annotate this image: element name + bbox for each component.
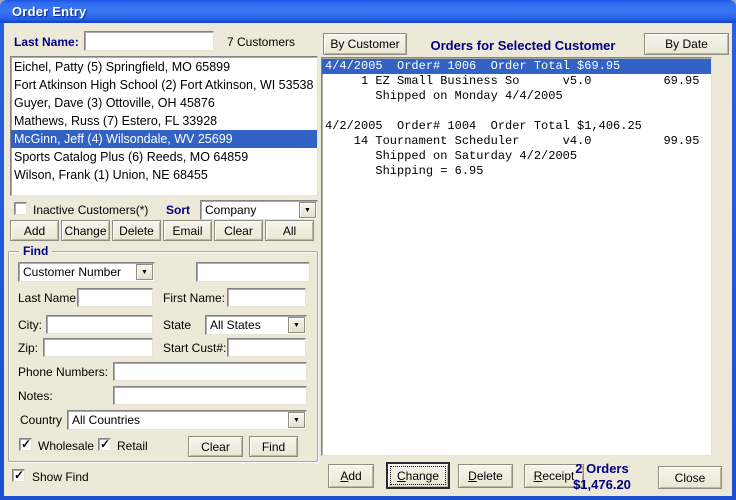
find-start-cust-input[interactable] <box>227 338 306 357</box>
customer-list: Eichel, Patty (5) Springfield, MO 65899 … <box>10 56 318 196</box>
customer-row[interactable]: Guyer, Dave (3) Ottoville, OH 45876 <box>11 94 317 112</box>
customer-row[interactable]: Eichel, Patty (5) Springfield, MO 65899 <box>11 58 317 76</box>
find-find-button[interactable]: Find <box>249 436 298 457</box>
customer-add-button[interactable]: Add <box>10 220 59 241</box>
orders-panel-title: Orders for Selected Customer <box>430 38 616 53</box>
orders-by-date-button[interactable]: By Date <box>644 33 729 55</box>
close-button[interactable]: Close <box>658 466 722 489</box>
customer-email-button[interactable]: Email <box>163 220 212 241</box>
chevron-down-icon[interactable] <box>136 264 153 280</box>
orders-by-customer-button[interactable]: By Customer <box>323 33 407 55</box>
customer-clear-button[interactable]: Clear <box>214 220 263 241</box>
find-country-combobox[interactable]: All Countries <box>67 410 307 430</box>
wholesale-label: Wholesale <box>38 439 95 453</box>
show-find-label: Show Find <box>32 470 89 484</box>
find-state-value: All States <box>210 318 261 332</box>
window-title: Order Entry <box>12 4 87 19</box>
order-line[interactable] <box>322 104 711 119</box>
sort-value: Company <box>205 203 257 217</box>
order-line[interactable]: Shipped on Saturday 4/2/2005 <box>322 149 711 164</box>
find-state-combobox[interactable]: All States <box>205 315 307 335</box>
find-phone-label: Phone Numbers: <box>18 365 109 379</box>
find-phone-input[interactable] <box>113 362 307 381</box>
find-search-type-combobox[interactable]: Customer Number <box>18 262 155 282</box>
customer-all-button[interactable]: All <box>265 220 314 241</box>
orders-count: 2 Orders <box>575 461 629 476</box>
customer-row[interactable]: Wilson, Frank (1) Union, NE 68455 <box>11 166 317 184</box>
find-last-name-label: Last Name: <box>18 291 80 305</box>
order-add-button[interactable]: Add <box>328 464 374 488</box>
order-line-selected[interactable]: 4/4/2005 Order# 1006 Order Total $69.95 <box>322 59 711 74</box>
sort-combobox[interactable]: Company <box>200 200 318 220</box>
customer-row[interactable]: Fort Atkinson High School (2) Fort Atkin… <box>11 76 317 94</box>
order-change-button[interactable]: Change <box>386 462 450 489</box>
find-zip-input[interactable] <box>43 338 153 357</box>
find-state-label: State <box>163 318 192 332</box>
order-line[interactable]: Shipping = 6.95 <box>322 164 711 179</box>
retail-checkbox[interactable] <box>98 437 111 451</box>
title-bar[interactable]: Order Entry <box>0 0 736 23</box>
customer-delete-button[interactable]: Delete <box>112 220 161 241</box>
customer-row[interactable]: Sports Catalog Plus (6) Reeds, MO 64859 <box>11 148 317 166</box>
find-country-label: Country <box>20 413 63 427</box>
last-name-search-label: Last Name: <box>14 35 79 49</box>
find-zip-label: Zip: <box>18 341 39 355</box>
find-search-type-value: Customer Number <box>23 265 122 279</box>
order-line[interactable]: 4/2/2005 Order# 1004 Order Total $1,406.… <box>322 119 711 134</box>
find-last-name-input[interactable] <box>77 288 153 307</box>
order-delete-button[interactable]: Delete <box>458 464 513 488</box>
orders-list: 4/4/2005 Order# 1006 Order Total $69.95 … <box>321 57 712 456</box>
find-city-input[interactable] <box>46 315 153 334</box>
orders-totals: 2 Orders $1,476.20 <box>552 461 652 493</box>
find-first-name-input[interactable] <box>227 288 306 307</box>
find-group-title: Find <box>19 244 53 258</box>
customer-count: 7 Customers <box>227 35 296 49</box>
find-notes-label: Notes: <box>18 389 53 403</box>
customer-row[interactable]: Mathews, Russ (7) Estero, FL 33928 <box>11 112 317 130</box>
chevron-down-icon[interactable] <box>299 202 316 218</box>
find-first-name-label: First Name: <box>163 291 226 305</box>
inactive-customers-checkbox[interactable] <box>14 202 27 215</box>
retail-label: Retail <box>117 439 148 453</box>
order-line[interactable]: 14 Tournament Scheduler v4.0 99.95 <box>322 134 711 149</box>
last-name-search-input[interactable] <box>84 31 214 51</box>
find-country-value: All Countries <box>72 413 141 427</box>
customer-row-selected[interactable]: McGinn, Jeff (4) Wilsondale, WV 25699 <box>11 130 317 148</box>
order-line[interactable]: Shipped on Monday 4/4/2005 <box>322 89 711 104</box>
find-city-label: City: <box>18 318 42 332</box>
order-entry-window: Order Entry Last Name: 7 Customers Eiche… <box>0 0 736 500</box>
find-start-cust-label: Start Cust#: <box>163 341 227 355</box>
chevron-down-icon[interactable] <box>288 412 305 428</box>
inactive-customers-label: Inactive Customers(*) <box>33 203 149 217</box>
find-clear-button[interactable]: Clear <box>188 436 243 457</box>
find-notes-input[interactable] <box>113 386 307 405</box>
order-line[interactable]: 1 EZ Small Business So v5.0 69.95 <box>322 74 711 89</box>
find-search-value-input[interactable] <box>196 262 310 282</box>
show-find-checkbox[interactable] <box>12 468 25 482</box>
wholesale-checkbox[interactable] <box>19 437 32 451</box>
sort-label: Sort <box>166 203 190 217</box>
orders-total-amount: $1,476.20 <box>573 477 631 492</box>
customer-change-button[interactable]: Change <box>61 220 110 241</box>
chevron-down-icon[interactable] <box>288 317 305 333</box>
